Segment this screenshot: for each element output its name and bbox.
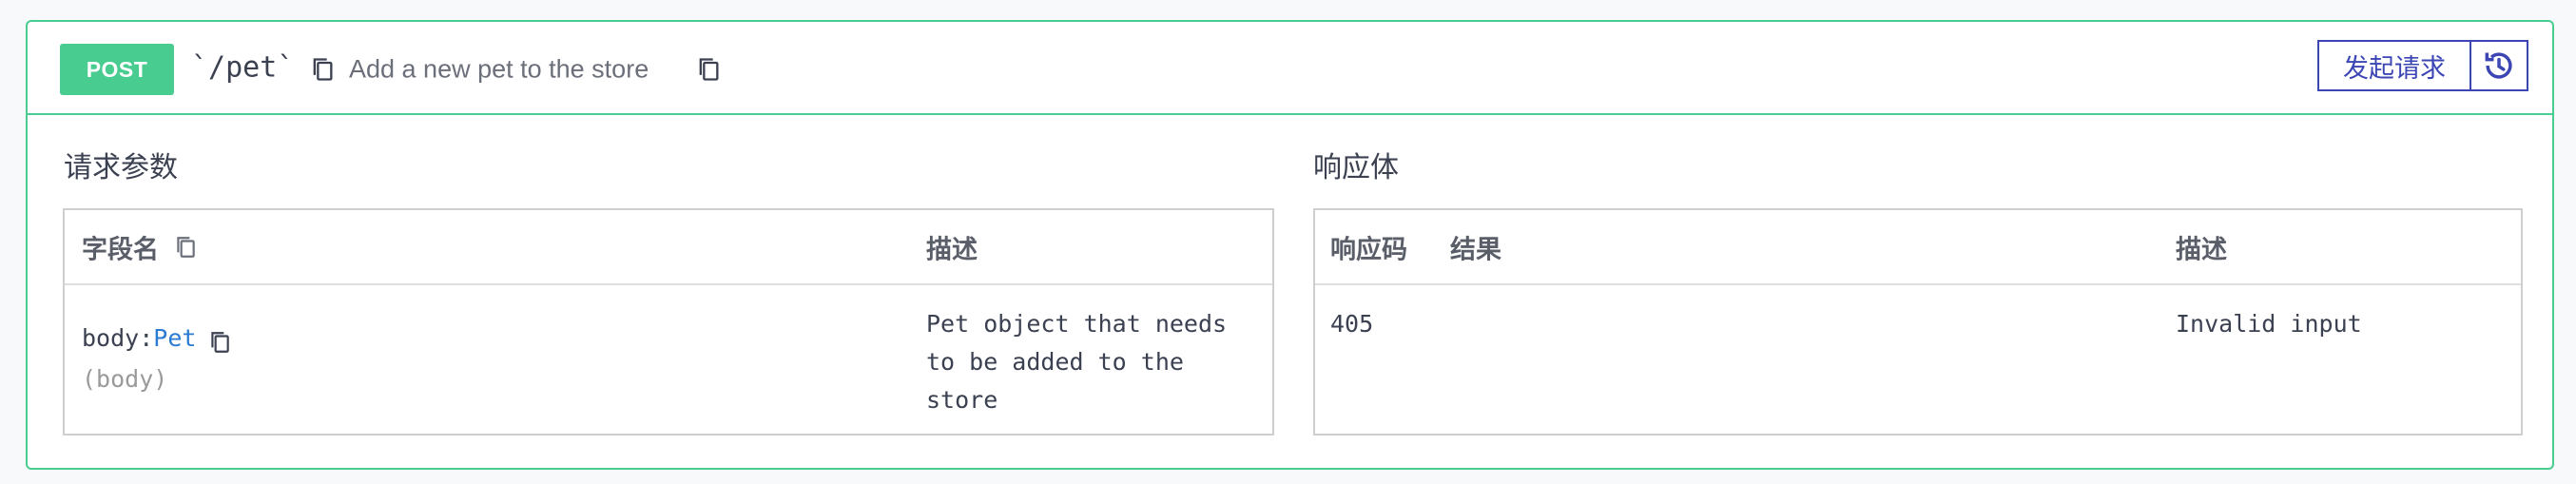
copy-fields-icon[interactable] — [173, 233, 198, 261]
history-icon — [2485, 52, 2512, 79]
response-body-title: 响应体 — [1313, 151, 1399, 184]
param-type-link[interactable]: Pet — [153, 324, 196, 352]
request-params-header: 字段名 描述 — [65, 210, 1272, 285]
param-name: body:Pet — [82, 324, 196, 352]
param-name-prefix: body: — [82, 324, 154, 352]
operation-summary: Add a new pet to the store — [349, 54, 649, 84]
try-it-out-button[interactable]: 发起请求 — [2317, 40, 2471, 91]
history-button[interactable] — [2471, 40, 2528, 91]
copy-summary-icon[interactable] — [695, 54, 722, 85]
param-description-line: Pet object that needs — [926, 310, 1228, 338]
column-header-result: 结果 — [1450, 235, 1501, 265]
request-params-title: 请求参数 — [64, 151, 178, 184]
copy-param-icon[interactable] — [207, 328, 232, 357]
copy-path-icon[interactable] — [309, 54, 336, 85]
operation-block: POST `/pet` Add a new pet to the store 发… — [26, 20, 2554, 470]
method-badge: POST — [60, 44, 174, 95]
operation-header[interactable]: POST `/pet` Add a new pet to the store 发… — [28, 22, 2552, 115]
column-header-code: 响应码 — [1330, 235, 1407, 265]
response-header: 响应码 结果 描述 — [1315, 210, 2521, 285]
response-code: 405 — [1330, 310, 1374, 338]
operation-path: `/pet` — [191, 50, 295, 85]
column-header-description: 描述 — [2176, 235, 2227, 265]
param-location: (body) — [82, 365, 168, 393]
column-header-field-name: 字段名 — [82, 235, 159, 265]
column-header-description: 描述 — [926, 235, 978, 265]
param-description-line: to be added to the — [926, 348, 1184, 376]
param-description: Pet object that needs to be added to the… — [926, 305, 1227, 419]
response-description: Invalid input — [2176, 310, 2362, 338]
param-description-line: store — [926, 386, 998, 414]
response-table: 响应码 结果 描述 405 Invalid input — [1313, 208, 2523, 436]
request-params-table: 字段名 描述 body:Pet (body) Pet object that n… — [63, 208, 1274, 436]
